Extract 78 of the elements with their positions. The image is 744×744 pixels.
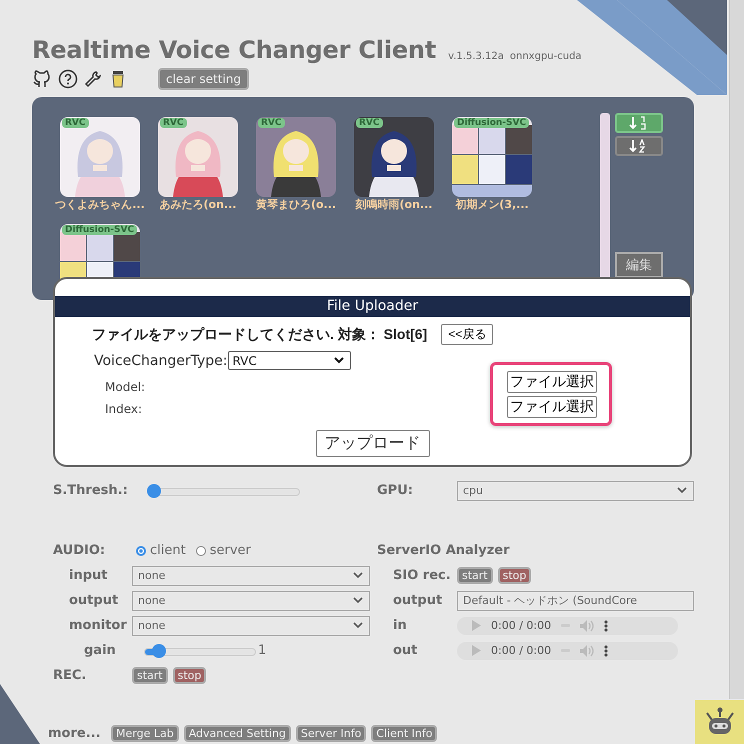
version-text: v.1.5.3.12a: [448, 51, 504, 64]
output-select[interactable]: Default - ヘッドホン (SoundCore: [457, 590, 694, 610]
file-label: Index:: [105, 402, 144, 416]
model-type-tag: RVC: [62, 118, 89, 128]
model-type-tag: Diffusion-SVC: [454, 118, 530, 128]
build-text: onnxgpu-cuda: [510, 51, 582, 64]
model-name[interactable]: 黄琴まひろ(o...: [256, 197, 336, 213]
gain-slider[interactable]: [144, 642, 256, 658]
upload-button[interactable]: アップロード: [316, 430, 430, 457]
device-label: output: [68, 593, 120, 608]
threshold-slider[interactable]: [150, 482, 300, 498]
device-label: input: [68, 568, 108, 583]
model-name[interactable]: つくよみちゃん...: [55, 197, 145, 213]
device-select[interactable]: none: [132, 566, 370, 586]
wrench-icon[interactable]: [84, 69, 104, 89]
gain-label: gain: [83, 643, 117, 658]
rec-label: REC.: [53, 668, 88, 683]
output-label: output: [392, 593, 444, 608]
more-button[interactable]: Merge Lab: [111, 725, 179, 742]
model-name[interactable]: 刻鳴時雨(on...: [356, 197, 432, 213]
type-label: VoiceChangerType:: [94, 352, 228, 368]
chevron-icon: [334, 357, 344, 364]
chevron-icon: [353, 597, 363, 604]
file-select-button[interactable]: ファイル選択: [507, 371, 597, 393]
gpu-label: GPU:: [377, 483, 414, 498]
start-button[interactable]: start: [132, 667, 168, 684]
help-icon[interactable]: [58, 69, 78, 89]
edit-button[interactable]: 編集: [615, 252, 663, 278]
corner-decoration: [0, 684, 40, 744]
threshold-label: S.Thresh.:: [53, 483, 129, 498]
cat-icon[interactable]: [32, 69, 52, 89]
sio-rec-label: SIO rec.: [392, 568, 452, 583]
time-text: 0:00 / 0:00: [491, 644, 552, 657]
model-type-tag: RVC: [160, 118, 187, 128]
type-select[interactable]: RVC: [228, 351, 350, 370]
chevron-icon: [353, 622, 363, 629]
model-type-tag: Diffusion-SVC: [62, 225, 138, 235]
more-button[interactable]: Server Info: [296, 725, 366, 742]
chevron-icon: [677, 487, 687, 494]
upload-prompt: ファイルをアップロードしてください. 対象： Slot[6]: [92, 326, 428, 344]
time-text: 0:00 / 0:00: [491, 619, 552, 632]
device-select[interactable]: none: [132, 616, 370, 636]
mode-radio[interactable]: client: [136, 543, 186, 558]
stop-button[interactable]: stop: [172, 667, 206, 684]
file-label: Model:: [105, 380, 146, 394]
more-icon[interactable]: [604, 644, 608, 656]
app-title: Realtime Voice Changer Client: [32, 36, 436, 64]
gpu-select[interactable]: cpu: [457, 480, 694, 500]
analyzer-title: ServerIO Analyzer: [377, 543, 510, 558]
more-button[interactable]: Client Info: [371, 725, 438, 742]
device-label: monitor: [68, 618, 128, 633]
mode-radio[interactable]: server: [196, 543, 251, 558]
audio-label: AUDIO:: [53, 543, 106, 558]
start-button[interactable]: start: [457, 567, 493, 584]
player-label: out: [392, 643, 418, 658]
model-type-tag: RVC: [258, 118, 285, 128]
model-name[interactable]: 初期メン(3,...: [455, 197, 529, 213]
chevron-icon: [353, 572, 363, 579]
stop-button[interactable]: stop: [498, 567, 532, 584]
back-button[interactable]: <<戻る: [441, 324, 494, 345]
model-name[interactable]: あみたろ(on...: [160, 197, 236, 213]
player-label: in: [392, 618, 408, 633]
model-type-tag: RVC: [356, 118, 383, 128]
device-select[interactable]: none: [132, 590, 370, 610]
dialog-title: File Uploader: [55, 296, 690, 317]
more-icon[interactable]: [604, 620, 608, 632]
file-select-button[interactable]: ファイル選択: [507, 396, 597, 418]
sort-button[interactable]: [615, 136, 663, 156]
clear-setting-button[interactable]: clear setting: [158, 68, 250, 90]
audio-player[interactable]: 0:00 / 0:00: [457, 642, 678, 660]
cup-icon[interactable]: [110, 69, 126, 89]
scrollbar[interactable]: [729, 0, 744, 699]
audio-player[interactable]: 0:00 / 0:00: [457, 616, 678, 634]
sort-button[interactable]: [615, 113, 663, 133]
more-label: more...: [47, 726, 102, 741]
more-button[interactable]: Advanced Setting: [184, 725, 291, 742]
robot-icon[interactable]: [695, 700, 744, 744]
gain-value: 1: [258, 643, 266, 658]
